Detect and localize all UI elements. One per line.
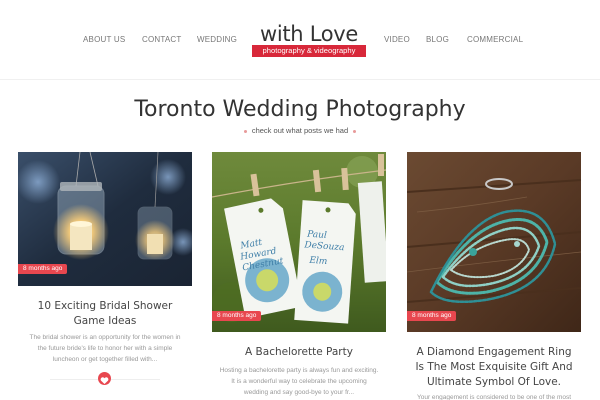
nav-video[interactable]: VIDEO [384, 35, 410, 44]
post-date-badge: 8 months ago [212, 311, 262, 321]
logo-subtitle: photography & videography [252, 45, 366, 57]
post-date-badge: 8 months ago [18, 264, 68, 274]
post-excerpt-line: The bridal shower is an opportunity for … [29, 334, 181, 341]
post-excerpt-line: Your engagement is considered to be one … [416, 394, 572, 400]
post-thumbnail[interactable]: Matt Howard Chestnut Paul DeSouza Elm [212, 152, 386, 332]
page-title: Toronto Wedding Photography [134, 97, 466, 122]
heart-icon [100, 377, 109, 384]
post-excerpt-line: the future bride's life to honor her wit… [37, 345, 173, 352]
post-title-line: A Diamond Engagement Ring [416, 346, 572, 358]
post-title-line: A Bachelorette Party [245, 346, 353, 358]
post-title[interactable]: A Diamond Engagement Ring Is The Most Ex… [407, 345, 581, 390]
post-excerpt-line: Hosting a bachelorette party is always f… [219, 367, 379, 374]
logo-title: with Love [259, 22, 359, 46]
nav-blog[interactable]: BLOG [426, 35, 449, 44]
nav-about-us[interactable]: ABOUT US [83, 35, 125, 44]
svg-text:Paul: Paul [306, 230, 327, 241]
nav-commercial[interactable]: COMMERCIAL [467, 35, 523, 44]
post-excerpt: Hosting a bachelorette party is always f… [212, 365, 386, 398]
site-logo[interactable]: with Love photography & videography [252, 22, 366, 58]
post-title[interactable]: A Bachelorette Party [212, 345, 386, 360]
post-date-badge: 8 months ago [407, 311, 457, 321]
post-title-line: Ultimate Symbol Of Love. [426, 376, 562, 388]
post-excerpt: The bridal shower is an opportunity for … [18, 332, 192, 365]
post-excerpt: Your engagement is considered to be one … [407, 392, 581, 400]
post-thumbnail[interactable] [407, 152, 581, 332]
svg-text:Elm: Elm [308, 256, 328, 267]
site-header: ABOUT US CONTACT WEDDING with Love photo… [0, 0, 600, 80]
nav-wedding[interactable]: WEDDING [197, 35, 237, 44]
post-title-line: 10 Exciting Bridal Shower [37, 300, 173, 312]
post-excerpt-line: It is a wonderful way to celebrate the u… [231, 378, 367, 385]
post-title[interactable]: 10 Exciting Bridal Shower Game Ideas [18, 299, 192, 329]
post-excerpt-line: luncheon or get together filled with... [52, 356, 158, 363]
like-button[interactable] [98, 372, 111, 385]
section-subtitle-text: check out what posts we had [251, 126, 349, 135]
post-title-line: Is The Most Exquisite Gift And [415, 361, 573, 373]
post-title-line: Game Ideas [73, 315, 137, 327]
nav-contact[interactable]: CONTACT [142, 35, 181, 44]
bullet-dot-right [353, 129, 357, 133]
turquoise-necklaces-image [407, 152, 581, 332]
section-subtitle: check out what posts we had [0, 126, 600, 135]
bullet-dot-left [243, 129, 247, 133]
post-excerpt-line: wedding and say good-bye to your fr... [243, 389, 355, 396]
name-tags-on-string-image: Matt Howard Chestnut Paul DeSouza Elm [212, 152, 386, 332]
